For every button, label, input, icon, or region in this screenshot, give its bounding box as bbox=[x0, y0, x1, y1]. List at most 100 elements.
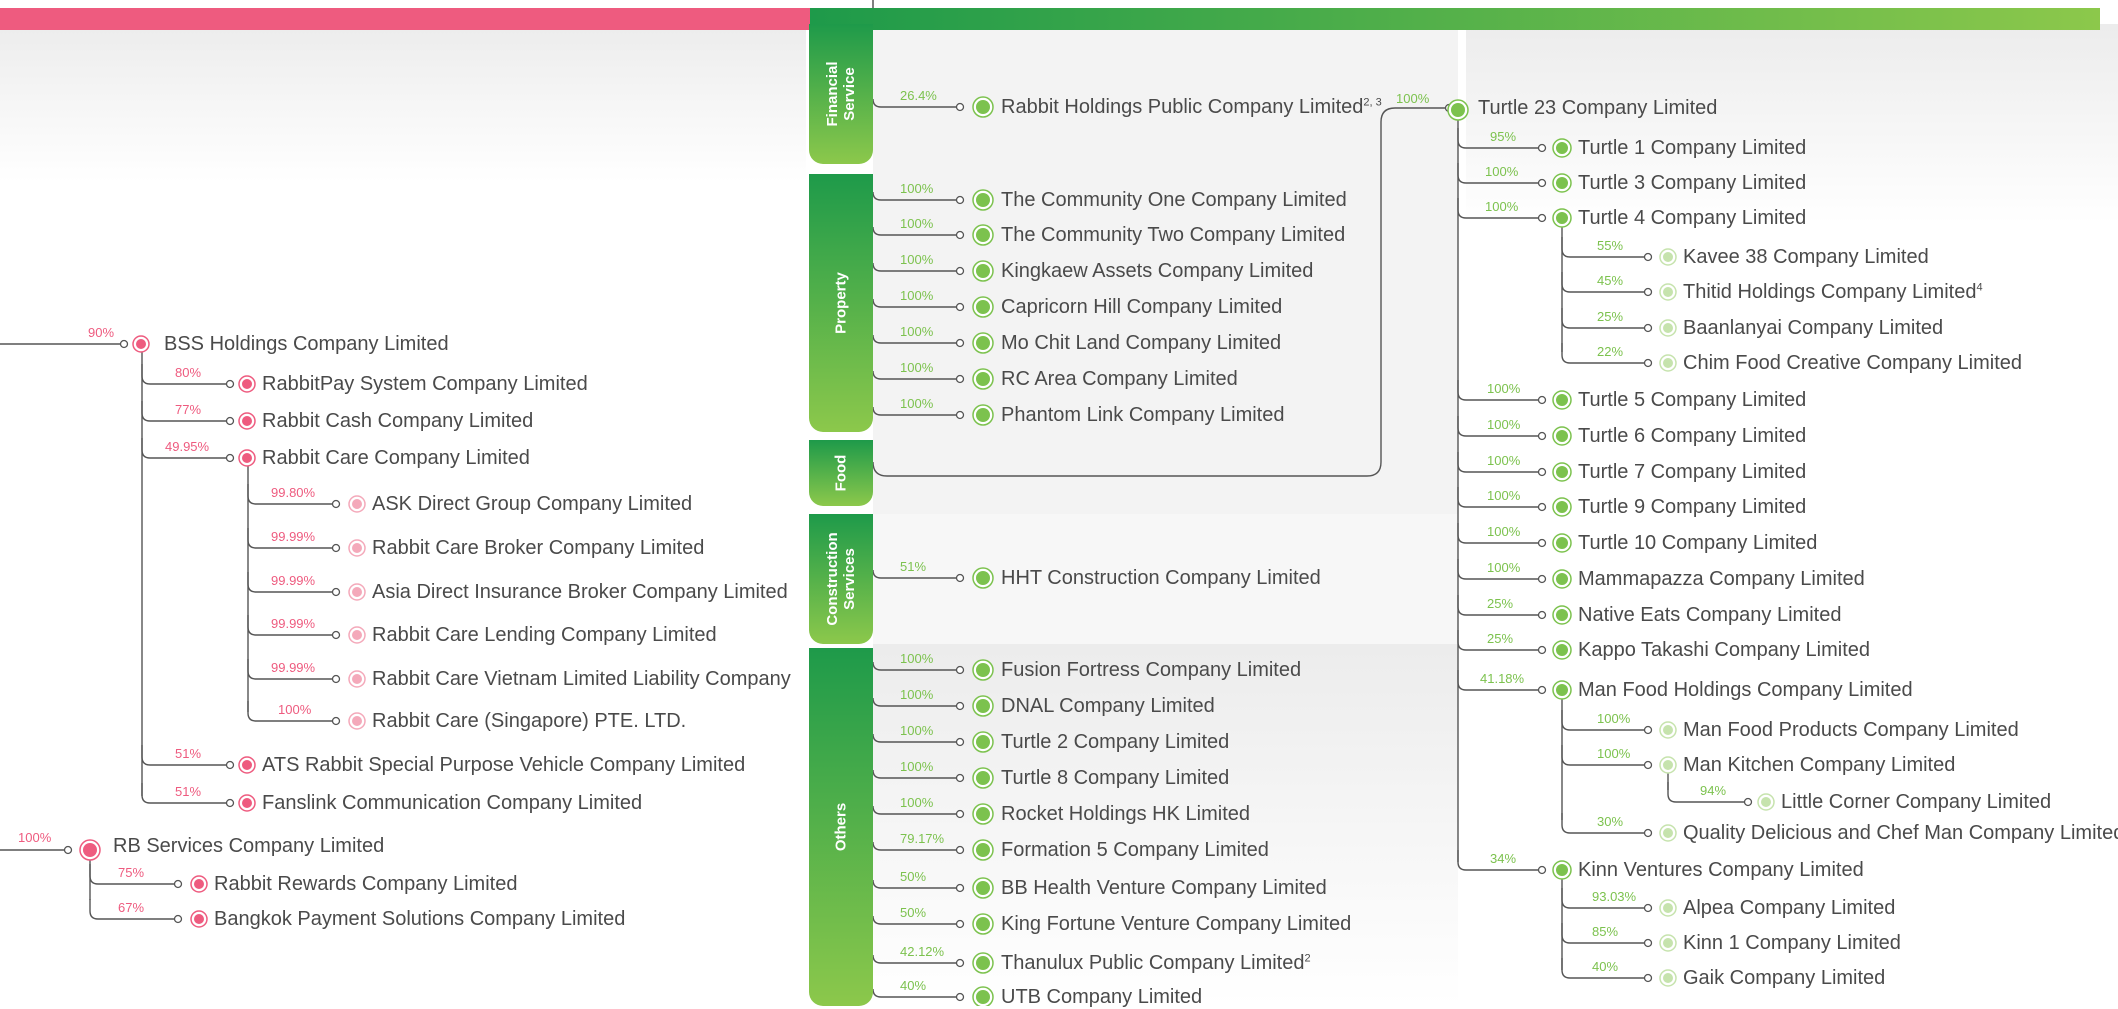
ownership-pct-capricorn-hill-company-limited: 100% bbox=[900, 288, 933, 304]
node-marker bbox=[1552, 605, 1572, 625]
connector-end bbox=[331, 630, 341, 640]
connector-end bbox=[1643, 252, 1653, 262]
ownership-pct-man-food-holdings-company-limited: 41.18% bbox=[1480, 671, 1524, 687]
node-marker bbox=[1659, 721, 1677, 739]
company-turtle-3-company-limited: Turtle 3 Company Limited bbox=[1578, 171, 1806, 195]
company-bangkok-payment-solutions-company-limited-text: Bangkok Payment Solutions Company Limite… bbox=[214, 908, 626, 930]
company-turtle-7-company-limited: Turtle 7 Company Limited bbox=[1578, 460, 1806, 484]
company-thitid-holdings-company-limited-text: Thitid Holdings Company Limited bbox=[1683, 281, 1977, 303]
company-turtle-9-company-limited: Turtle 9 Company Limited bbox=[1578, 495, 1806, 519]
footnote-mark: 2 bbox=[1304, 952, 1311, 965]
connector-end bbox=[1643, 287, 1653, 297]
company-hht-construction-company-limited: HHT Construction Company Limited bbox=[1001, 566, 1321, 590]
company-bss-holdings-text: BSS Holdings Company Limited bbox=[164, 333, 449, 355]
node-marker bbox=[1552, 680, 1572, 700]
connector-end bbox=[1537, 685, 1547, 695]
company-rabbitpay-system-company-limited: RabbitPay System Company Limited bbox=[262, 372, 588, 396]
company-turtle-8-company-limited-text: Turtle 8 Company Limited bbox=[1001, 767, 1230, 789]
company-formation-5-company-limited-text: Formation 5 Company Limited bbox=[1001, 839, 1269, 861]
node-marker bbox=[238, 794, 256, 812]
node-marker bbox=[1659, 248, 1677, 266]
connector-end bbox=[955, 374, 965, 384]
ownership-pct-thitid-holdings-company-limited: 45% bbox=[1597, 273, 1623, 289]
ownership-pct-turtle-8-company-limited-text: 100% bbox=[900, 759, 934, 774]
node-marker bbox=[1552, 208, 1572, 228]
connector-end bbox=[1643, 973, 1653, 983]
connector-end bbox=[1743, 797, 1753, 807]
company-rocket-holdings-hk-limited: Rocket Holdings HK Limited bbox=[1001, 802, 1250, 826]
connector-end bbox=[225, 416, 235, 426]
company-formation-5-company-limited: Formation 5 Company Limited bbox=[1001, 838, 1269, 862]
company-asia-direct-insurance-broker-company-limited: Asia Direct Insurance Broker Company Lim… bbox=[372, 580, 788, 604]
connector-end bbox=[1537, 395, 1547, 405]
company-kavee-38-company-limited: Kavee 38 Company Limited bbox=[1683, 245, 1929, 269]
ownership-pct-rabbit-care-lending-company-limited: 99.99% bbox=[271, 616, 315, 632]
company-turtle-23-text: Turtle 23 Company Limited bbox=[1478, 97, 1718, 119]
company-king-fortune-venture-company-limited-text: King Fortune Venture Company Limited bbox=[1001, 913, 1352, 935]
node-marker bbox=[972, 731, 994, 753]
node-marker bbox=[348, 626, 366, 644]
ownership-pct-turtle-2-company-limited-text: 100% bbox=[900, 723, 934, 738]
ownership-pct-hht-construction-company-limited-text: 51% bbox=[900, 559, 927, 574]
node-marker bbox=[1552, 462, 1572, 482]
company-mo-chit-land-company-limited-text: Mo Chit Land Company Limited bbox=[1001, 332, 1282, 354]
connector-end bbox=[1643, 938, 1653, 948]
company-kingkaew-assets-company-limited: Kingkaew Assets Company Limited bbox=[1001, 259, 1313, 283]
node-marker bbox=[238, 375, 256, 393]
ownership-pct-bss-holdings: 90% bbox=[88, 325, 114, 341]
company-rc-area-company-limited: RC Area Company Limited bbox=[1001, 367, 1238, 391]
connector-end bbox=[1643, 828, 1653, 838]
connector-end bbox=[955, 573, 965, 583]
ownership-pct-fanslink-communication-company-limited: 51% bbox=[175, 784, 201, 800]
company-the-community-one-company-limited-text: The Community One Company Limited bbox=[1001, 189, 1347, 211]
connector-end bbox=[1537, 431, 1547, 441]
node-marker bbox=[972, 567, 994, 589]
company-rabbit-care-vietnam-limited-liability-company: Rabbit Care Vietnam Limited Liability Co… bbox=[372, 667, 791, 691]
connector-end bbox=[1537, 645, 1547, 655]
company-thanulux-public-company-limited-text: Thanulux Public Company Limited bbox=[1001, 952, 1305, 974]
company-turtle-1-company-limited: Turtle 1 Company Limited bbox=[1578, 136, 1806, 160]
ownership-pct-turtle-9-company-limited: 100% bbox=[1487, 488, 1520, 504]
node-marker bbox=[1552, 640, 1572, 660]
company-dnal-company-limited-text: DNAL Company Limited bbox=[1001, 695, 1215, 717]
ownership-pct-utb-company-limited: 40% bbox=[900, 978, 926, 994]
company-quality-delicious-and-chef-man-company-limited-text: Quality Delicious and Chef Man Company L… bbox=[1683, 822, 2118, 844]
ownership-pct-turtle-8-company-limited: 100% bbox=[900, 759, 933, 775]
company-asia-direct-insurance-broker-company-limited-text: Asia Direct Insurance Broker Company Lim… bbox=[372, 581, 788, 603]
node-marker bbox=[1552, 390, 1572, 410]
company-ats-rabbit-special-purpose-vehicle-company-limited-text: ATS Rabbit Special Purpose Vehicle Compa… bbox=[262, 754, 746, 776]
company-utb-company-limited: UTB Company Limited bbox=[1001, 985, 1202, 1009]
connector-end bbox=[331, 587, 341, 597]
ownership-pct-ask-direct-group-company-limited: 99.80% bbox=[271, 485, 315, 501]
ownership-pct-chim-food-creative-company-limited: 22% bbox=[1597, 344, 1623, 360]
ownership-pct-baanlanyai-company-limited-text: 25% bbox=[1597, 309, 1624, 324]
connector-end bbox=[955, 266, 965, 276]
node-marker bbox=[972, 659, 994, 681]
node-marker bbox=[348, 712, 366, 730]
node-marker bbox=[132, 335, 150, 353]
ownership-pct-rb-services-text: 100% bbox=[18, 830, 52, 845]
connector-end bbox=[955, 338, 965, 348]
company-the-community-one-company-limited: The Community One Company Limited bbox=[1001, 188, 1347, 212]
ownership-pct-alpea-company-limited: 93.03% bbox=[1592, 889, 1636, 905]
category-label: Food bbox=[832, 454, 850, 492]
ownership-pct-turtle-23-text: 100% bbox=[1396, 91, 1430, 106]
ownership-pct-alpea-company-limited-text: 93.03% bbox=[1592, 889, 1637, 904]
ownership-pct-asia-direct-insurance-broker-company-limited-text: 99.99% bbox=[271, 573, 316, 588]
company-rabbit-cash-company-limited: Rabbit Cash Company Limited bbox=[262, 409, 533, 433]
connector-end bbox=[955, 773, 965, 783]
connector-end bbox=[1643, 760, 1653, 770]
node-marker bbox=[1447, 99, 1469, 121]
node-marker bbox=[1552, 860, 1572, 880]
connector-end bbox=[1537, 213, 1547, 223]
ownership-pct-turtle-5-company-limited: 100% bbox=[1487, 381, 1520, 397]
ownership-pct-the-community-one-company-limited: 100% bbox=[900, 181, 933, 197]
company-rabbitpay-system-company-limited-text: RabbitPay System Company Limited bbox=[262, 373, 588, 395]
ownership-pct-rabbitpay-system-company-limited-text: 80% bbox=[175, 365, 202, 380]
ownership-pct-bss-holdings-text: 90% bbox=[88, 325, 115, 340]
connector-end bbox=[1537, 865, 1547, 875]
node-marker bbox=[972, 952, 994, 974]
node-marker bbox=[972, 332, 994, 354]
company-kingkaew-assets-company-limited-text: Kingkaew Assets Company Limited bbox=[1001, 260, 1314, 282]
connector-end bbox=[1537, 502, 1547, 512]
